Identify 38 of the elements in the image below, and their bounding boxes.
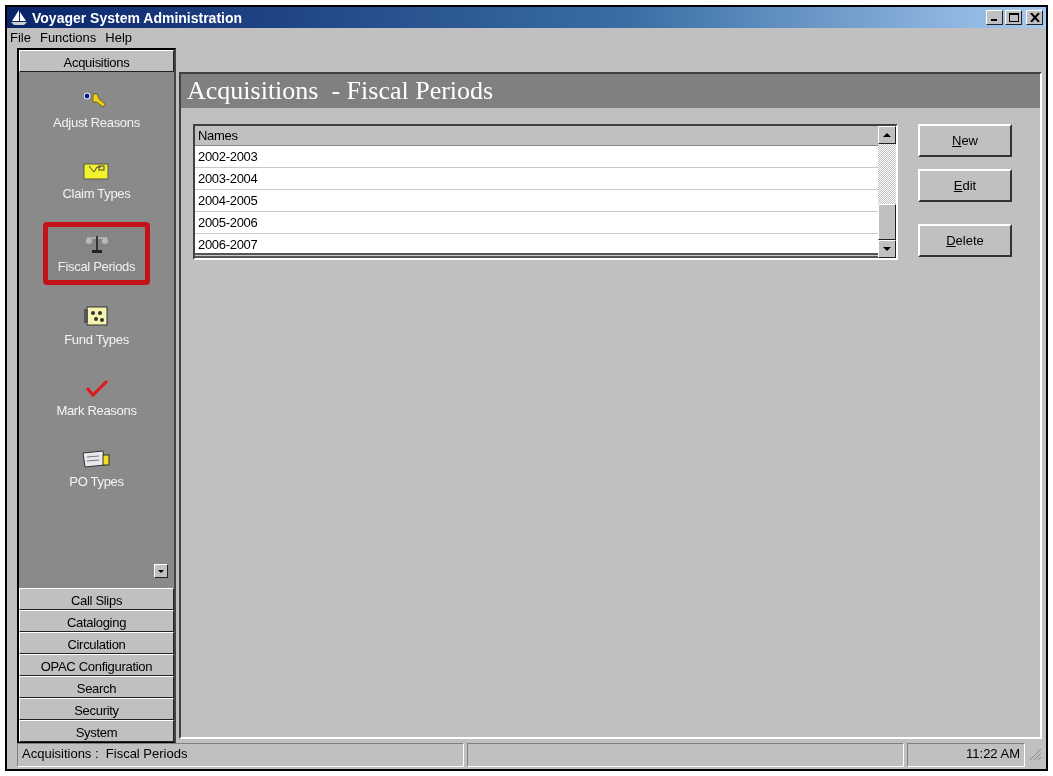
scroll-up-button[interactable] — [878, 126, 896, 144]
table-cell[interactable]: 2005-2006 — [195, 212, 878, 234]
section-button[interactable]: Acquisitions — [19, 50, 174, 72]
table-cell[interactable]: 2004-2005 — [195, 190, 878, 212]
action-button[interactable]: Delete — [918, 224, 1012, 257]
checkmark-icon — [83, 378, 110, 398]
page-heading: Acquisitions - Fiscal Periods — [181, 74, 1040, 108]
status-text: Acquisitions : Fiscal Periods — [17, 743, 464, 767]
section-button[interactable]: Search — [19, 676, 174, 698]
section-button[interactable]: OPAC Configuration — [19, 654, 174, 676]
card-icon — [83, 305, 110, 327]
scroll-thumb[interactable] — [878, 204, 896, 240]
form-icon — [81, 449, 112, 469]
action-button[interactable]: New — [918, 124, 1012, 157]
section-button[interactable]: Call Slips — [19, 588, 174, 610]
action-button[interactable]: Edit — [918, 169, 1012, 202]
section-button[interactable]: Security — [19, 698, 174, 720]
folder-icon — [82, 161, 111, 181]
menu-item[interactable]: Functions — [39, 29, 97, 45]
maximize-button[interactable] — [1005, 10, 1022, 25]
minimize-button[interactable] — [986, 10, 1003, 25]
section-button[interactable]: Circulation — [19, 632, 174, 654]
menu-item[interactable]: File — [10, 29, 31, 45]
scroll-down-button[interactable] — [878, 240, 896, 258]
sailboat-icon — [10, 9, 28, 26]
section-button[interactable]: Cataloging — [19, 610, 174, 632]
menu-item[interactable]: Help — [105, 29, 133, 45]
table-cell[interactable]: 2003-2004 — [195, 168, 878, 190]
maximize-icon — [1008, 13, 1019, 22]
close-button[interactable] — [1026, 10, 1043, 25]
scroll-down-button[interactable] — [154, 564, 168, 578]
table-cell[interactable]: 2006-2007 — [195, 234, 878, 256]
status-time: 11:22 AM — [906, 743, 1025, 767]
close-icon — [1029, 13, 1040, 22]
window-title: Voyager System Administration — [32, 9, 243, 26]
column-header[interactable]: Names — [195, 126, 878, 146]
table-cell[interactable]: 2002-2003 — [195, 146, 878, 168]
section-button[interactable]: System — [19, 720, 174, 742]
